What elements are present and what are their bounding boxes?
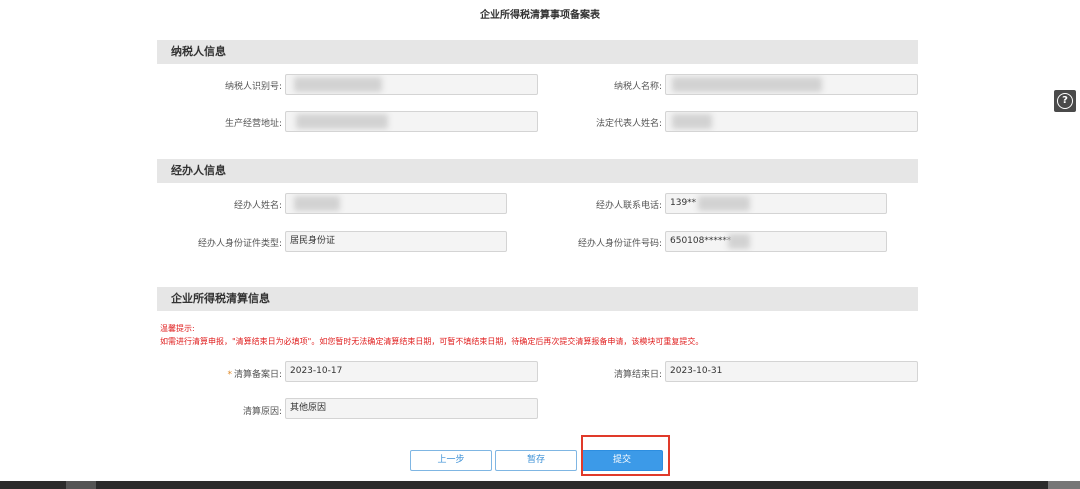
agent-id-number-value: 650108****** xyxy=(670,236,732,246)
taxpayer-id-field[interactable] xyxy=(285,74,538,95)
agent-id-number-label: 经办人身份证件号码: xyxy=(577,239,662,249)
agent-id-number-field[interactable]: 650108****** xyxy=(665,231,887,252)
taskbar-item[interactable] xyxy=(1048,481,1080,489)
redaction-blur xyxy=(294,77,382,92)
redaction-blur xyxy=(294,196,340,211)
question-circle-icon: ? xyxy=(1057,93,1073,109)
redaction-blur xyxy=(296,114,388,129)
tip-title: 温馨提示: xyxy=(160,324,195,333)
section-header-agent: 经办人信息 xyxy=(157,159,918,183)
taxpayer-name-label: 纳税人名称: xyxy=(613,82,662,92)
redaction-blur xyxy=(698,196,750,211)
legal-rep-label: 法定代表人姓名: xyxy=(595,119,662,129)
end-date-label: 清算结束日: xyxy=(613,370,662,380)
help-button[interactable]: ? xyxy=(1054,90,1076,112)
agent-phone-value: 139** xyxy=(670,198,697,208)
filing-date-label: * 清算备案日: xyxy=(160,367,282,380)
agent-name-label: 经办人姓名: xyxy=(233,201,282,211)
agent-phone-label: 经办人联系电话: xyxy=(595,201,662,211)
section-header-taxpayer: 纳税人信息 xyxy=(157,40,918,64)
agent-id-type-label: 经办人身份证件类型: xyxy=(197,239,282,249)
filing-date-field[interactable]: 2023-10-17 xyxy=(285,361,538,382)
taxpayer-name-field[interactable] xyxy=(665,74,918,95)
agent-name-field[interactable] xyxy=(285,193,507,214)
filing-date-label-text: 清算备案日: xyxy=(233,370,282,380)
redaction-blur xyxy=(728,234,750,249)
submit-highlight-annotation xyxy=(581,435,670,476)
required-mark: * xyxy=(227,370,232,380)
prev-step-button[interactable]: 上一步 xyxy=(410,450,492,471)
taskbar-item[interactable] xyxy=(66,481,96,489)
address-field[interactable] xyxy=(285,111,538,132)
address-label: 生产经营地址: xyxy=(224,119,282,129)
end-date-field[interactable]: 2023-10-31 xyxy=(665,361,918,382)
agent-id-type-field[interactable]: 居民身份证 xyxy=(285,231,507,252)
reason-label: 清算原因: xyxy=(242,407,282,417)
legal-rep-field[interactable] xyxy=(665,111,918,132)
agent-phone-field[interactable]: 139** xyxy=(665,193,887,214)
taxpayer-id-label: 纳税人识别号: xyxy=(224,82,282,92)
section-header-liquidation: 企业所得税清算信息 xyxy=(157,287,918,311)
page-title: 企业所得税清算事项备案表 xyxy=(480,10,600,21)
reason-field[interactable]: 其他原因 xyxy=(285,398,538,419)
redaction-blur xyxy=(672,114,712,129)
save-draft-button[interactable]: 暂存 xyxy=(495,450,577,471)
redaction-blur xyxy=(672,77,822,92)
taskbar xyxy=(0,481,1080,489)
tip-text: 如需进行清算申报，"清算结束日为必填项"。如您暂时无法确定清算结束日期，可暂不填… xyxy=(160,337,704,346)
